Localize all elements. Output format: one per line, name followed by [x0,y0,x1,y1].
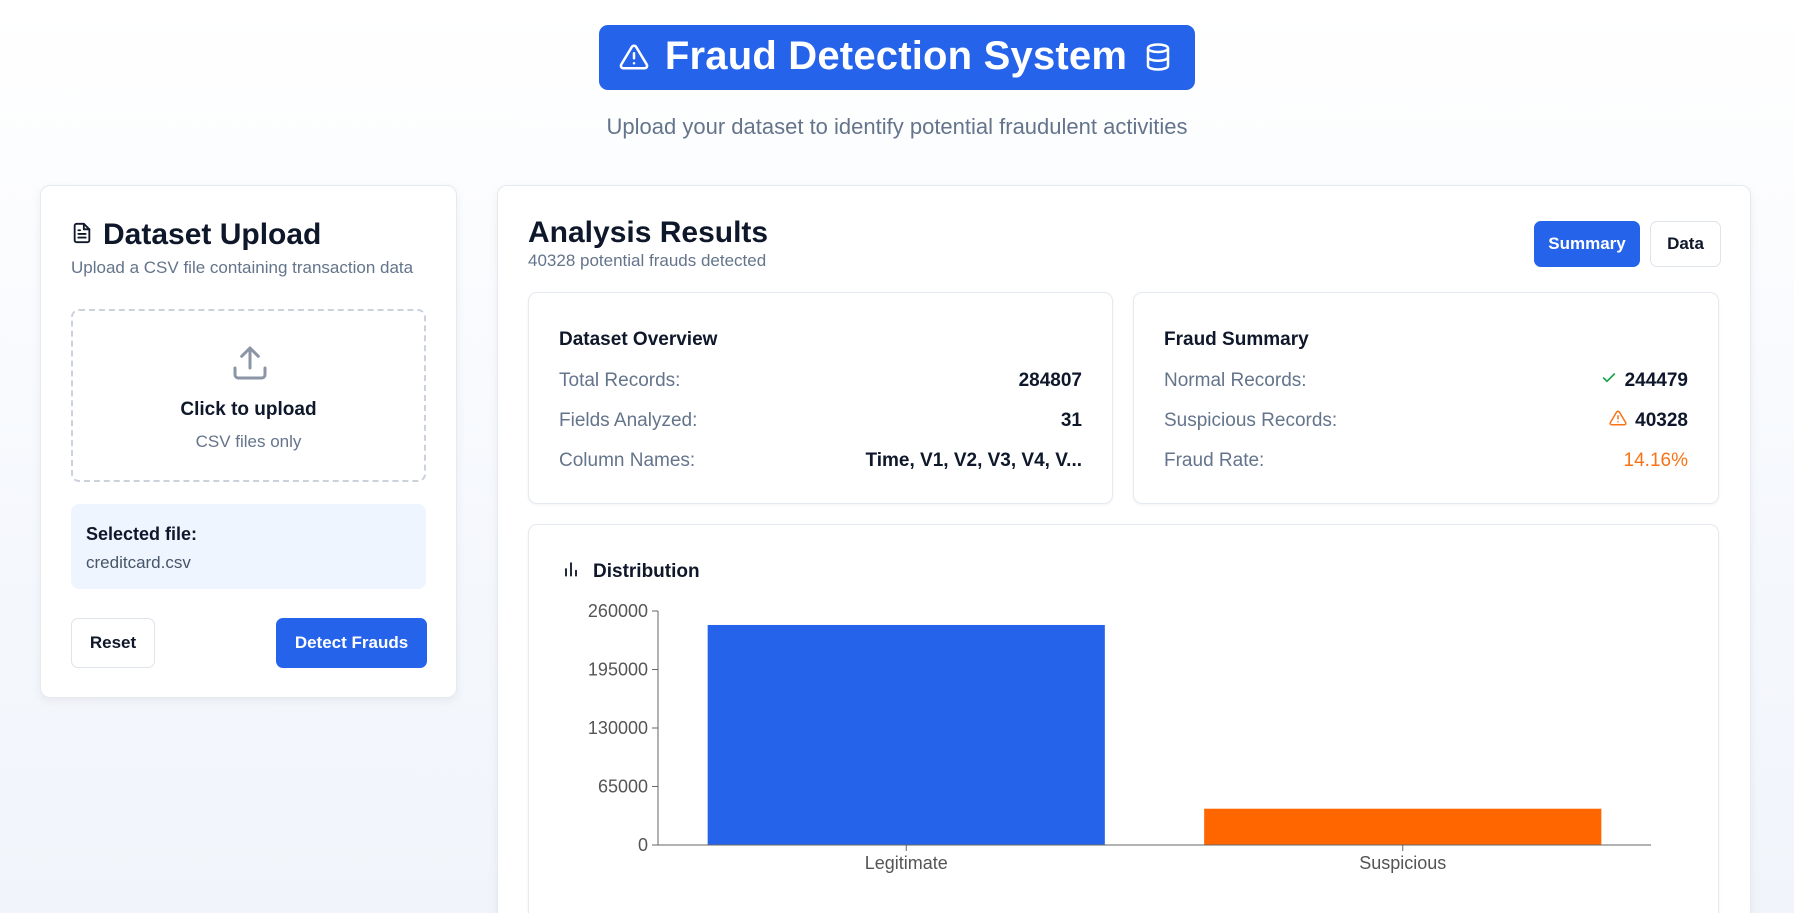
overview-row-fields-analyzed: Fields Analyzed: 31 [559,406,1082,436]
y-tick-label: 130000 [588,718,648,738]
dataset-upload-card: Dataset Upload Upload a CSV file contain… [40,185,457,698]
reset-button[interactable]: Reset [71,618,155,668]
selected-file-name: creditcard.csv [86,553,191,572]
y-tick-label: 260000 [588,601,648,621]
bar-suspicious [1204,808,1602,845]
bar-legitimate [707,624,1105,845]
y-tick-label: 195000 [588,660,648,680]
detect-frauds-button[interactable]: Detect Frauds [276,618,427,668]
results-title: Analysis Results [528,216,769,249]
upload-card-description: Upload a CSV file containing transaction… [71,258,414,277]
row-label: Total Records: [559,370,681,391]
x-tick-label: Suspicious [1359,853,1446,873]
app-subtitle: Upload your dataset to identify potentia… [606,114,1188,139]
selected-file-label: Selected file: [86,524,198,544]
warning-triangle-icon [619,42,649,72]
upload-card-header: Dataset Upload [71,218,321,252]
upload-icon [230,343,270,388]
file-text-icon [71,221,93,250]
row-value: 244479 [1624,370,1688,391]
results-subtitle: 40328 potential frauds detected [528,251,767,270]
y-tick-label: 65000 [598,777,648,797]
distribution-panel: Distribution 0 65000 130000 195000 260000 Leg… [528,524,1719,913]
dataset-overview-panel: Dataset Overview Total Records: 284807 F… [528,292,1113,504]
row-label: Column Names: [559,450,696,471]
database-icon [1143,42,1173,72]
fraud-summary-title: Fraud Summary [1164,329,1309,350]
row-label: Fields Analyzed: [559,410,698,431]
dropzone-hint: CSV files only [195,432,302,451]
row-value-wrap: 40328 [1609,409,1688,433]
row-value: Time, V1, V2, V3, V4, V... [865,450,1082,471]
app-title-banner: Fraud Detection System [598,25,1196,90]
row-label: Suspicious Records: [1164,410,1338,431]
row-label: Fraud Rate: [1164,450,1265,471]
row-value: 14.16% [1623,450,1688,471]
upload-card-title: Dataset Upload [103,218,322,251]
file-dropzone[interactable]: Click to upload CSV files only [71,309,426,482]
row-value: 284807 [1018,370,1082,391]
page-header: Fraud Detection System Upload your datas… [0,25,1794,140]
x-tick-label: Legitimate [865,853,948,873]
tab-data[interactable]: Data [1650,221,1721,267]
summary-row-fraud-rate: Fraud Rate: 14.16% [1164,446,1688,476]
dropzone-title: Click to upload [180,399,317,420]
overview-row-total-records: Total Records: 284807 [559,366,1082,396]
row-value-wrap: 244479 [1601,370,1688,392]
selected-file-box: Selected file: creditcard.csv [71,504,426,589]
overview-row-column-names: Column Names: Time, V1, V2, V3, V4, V... [559,446,1082,476]
summary-row-suspicious-records: Suspicious Records: 40328 [1164,406,1688,436]
fraud-summary-panel: Fraud Summary Normal Records: 244479 Sus… [1133,292,1719,504]
row-value: 40328 [1635,410,1688,431]
analysis-results-card: Analysis Results 40328 potential frauds … [497,185,1751,913]
row-label: Normal Records: [1164,370,1307,391]
warning-triangle-icon [1609,409,1627,433]
distribution-chart: 0 65000 130000 195000 260000 Legitimate Suspic… [588,601,1651,873]
dataset-overview-title: Dataset Overview [559,329,718,350]
check-icon [1601,370,1617,392]
app-title: Fraud Detection System [664,34,1128,78]
y-tick-label: 0 [638,835,648,855]
row-value: 31 [1060,410,1082,431]
summary-row-normal-records: Normal Records: 244479 [1164,366,1688,396]
tab-summary[interactable]: Summary [1534,221,1640,267]
